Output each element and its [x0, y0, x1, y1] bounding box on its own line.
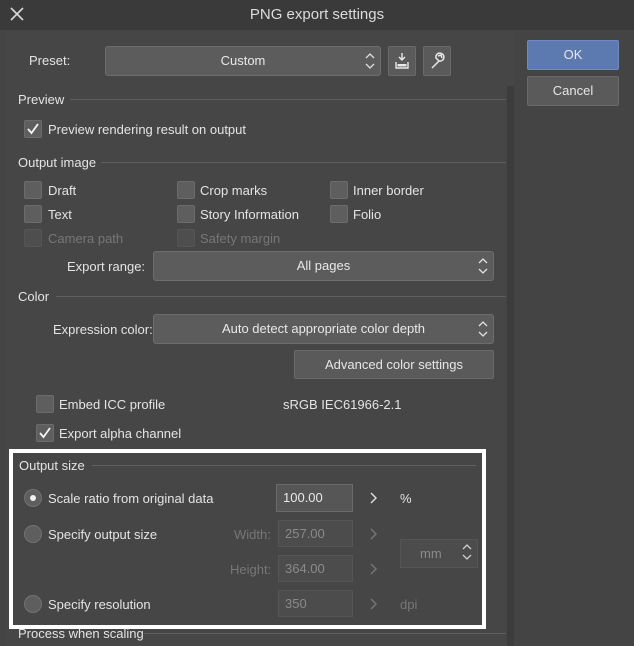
- draft-checkbox[interactable]: [24, 181, 42, 199]
- scrollbar[interactable]: [507, 86, 514, 646]
- preset-select[interactable]: Custom: [105, 46, 381, 76]
- advanced-color-settings-button[interactable]: Advanced color settings: [294, 350, 494, 379]
- inner-border-checkbox[interactable]: [330, 181, 348, 199]
- crop-marks-checkbox[interactable]: [177, 181, 195, 199]
- preview-rendering-checkbox[interactable]: [24, 120, 42, 138]
- embed-icc-checkbox[interactable]: [36, 395, 54, 413]
- preset-value: Custom: [220, 53, 266, 68]
- divider: [70, 99, 506, 100]
- wrench-icon: [431, 52, 445, 69]
- preset-settings-button[interactable]: [423, 46, 451, 76]
- crop-marks-label: Crop marks: [200, 183, 268, 198]
- save-preset-button[interactable]: [388, 46, 416, 76]
- checkmark-icon: [39, 427, 51, 439]
- section-process-when-scaling: Process when scaling: [18, 626, 144, 641]
- preset-label: Preset:: [29, 53, 71, 68]
- export-range-select[interactable]: All pages: [153, 251, 494, 281]
- expression-color-select[interactable]: Auto detect appropriate color depth: [153, 314, 494, 344]
- divider: [56, 296, 506, 297]
- camera-path-checkbox: [24, 229, 42, 247]
- camera-path-label: Camera path: [48, 231, 124, 246]
- story-information-checkbox[interactable]: [177, 205, 195, 223]
- updown-icon: [365, 53, 375, 69]
- inner-border-label: Inner border: [353, 183, 424, 198]
- icc-profile-name: sRGB IEC61966-2.1: [283, 397, 402, 412]
- section-output-image: Output image: [18, 155, 97, 170]
- export-range-label: Export range:: [67, 259, 146, 274]
- export-range-value: All pages: [296, 258, 351, 273]
- preview-rendering-label: Preview rendering result on output: [48, 122, 247, 137]
- expression-color-value: Auto detect appropriate color depth: [221, 321, 426, 336]
- folio-checkbox[interactable]: [330, 205, 348, 223]
- highlight-frame: [9, 449, 486, 629]
- expression-color-label: Expression color:: [53, 322, 153, 337]
- divider: [101, 162, 506, 163]
- text-label: Text: [48, 207, 72, 222]
- embed-icc-label: Embed ICC profile: [59, 397, 166, 412]
- checkmark-icon: [27, 123, 39, 135]
- draft-label: Draft: [48, 183, 77, 198]
- text-checkbox[interactable]: [24, 205, 42, 223]
- story-information-label: Story Information: [200, 207, 299, 222]
- safety-margin-checkbox: [177, 229, 195, 247]
- export-alpha-checkbox[interactable]: [36, 424, 54, 442]
- updown-icon: [478, 258, 488, 274]
- folio-label: Folio: [353, 207, 382, 222]
- safety-margin-label: Safety margin: [200, 231, 281, 246]
- ok-button[interactable]: OK: [527, 40, 619, 70]
- divider: [144, 633, 506, 634]
- cancel-button[interactable]: Cancel: [527, 76, 619, 106]
- section-preview: Preview: [18, 92, 65, 107]
- save-preset-icon: [395, 53, 409, 69]
- export-alpha-label: Export alpha channel: [59, 426, 182, 441]
- updown-icon: [478, 321, 488, 337]
- window-title: PNG export settings: [249, 6, 385, 23]
- section-color: Color: [18, 289, 50, 304]
